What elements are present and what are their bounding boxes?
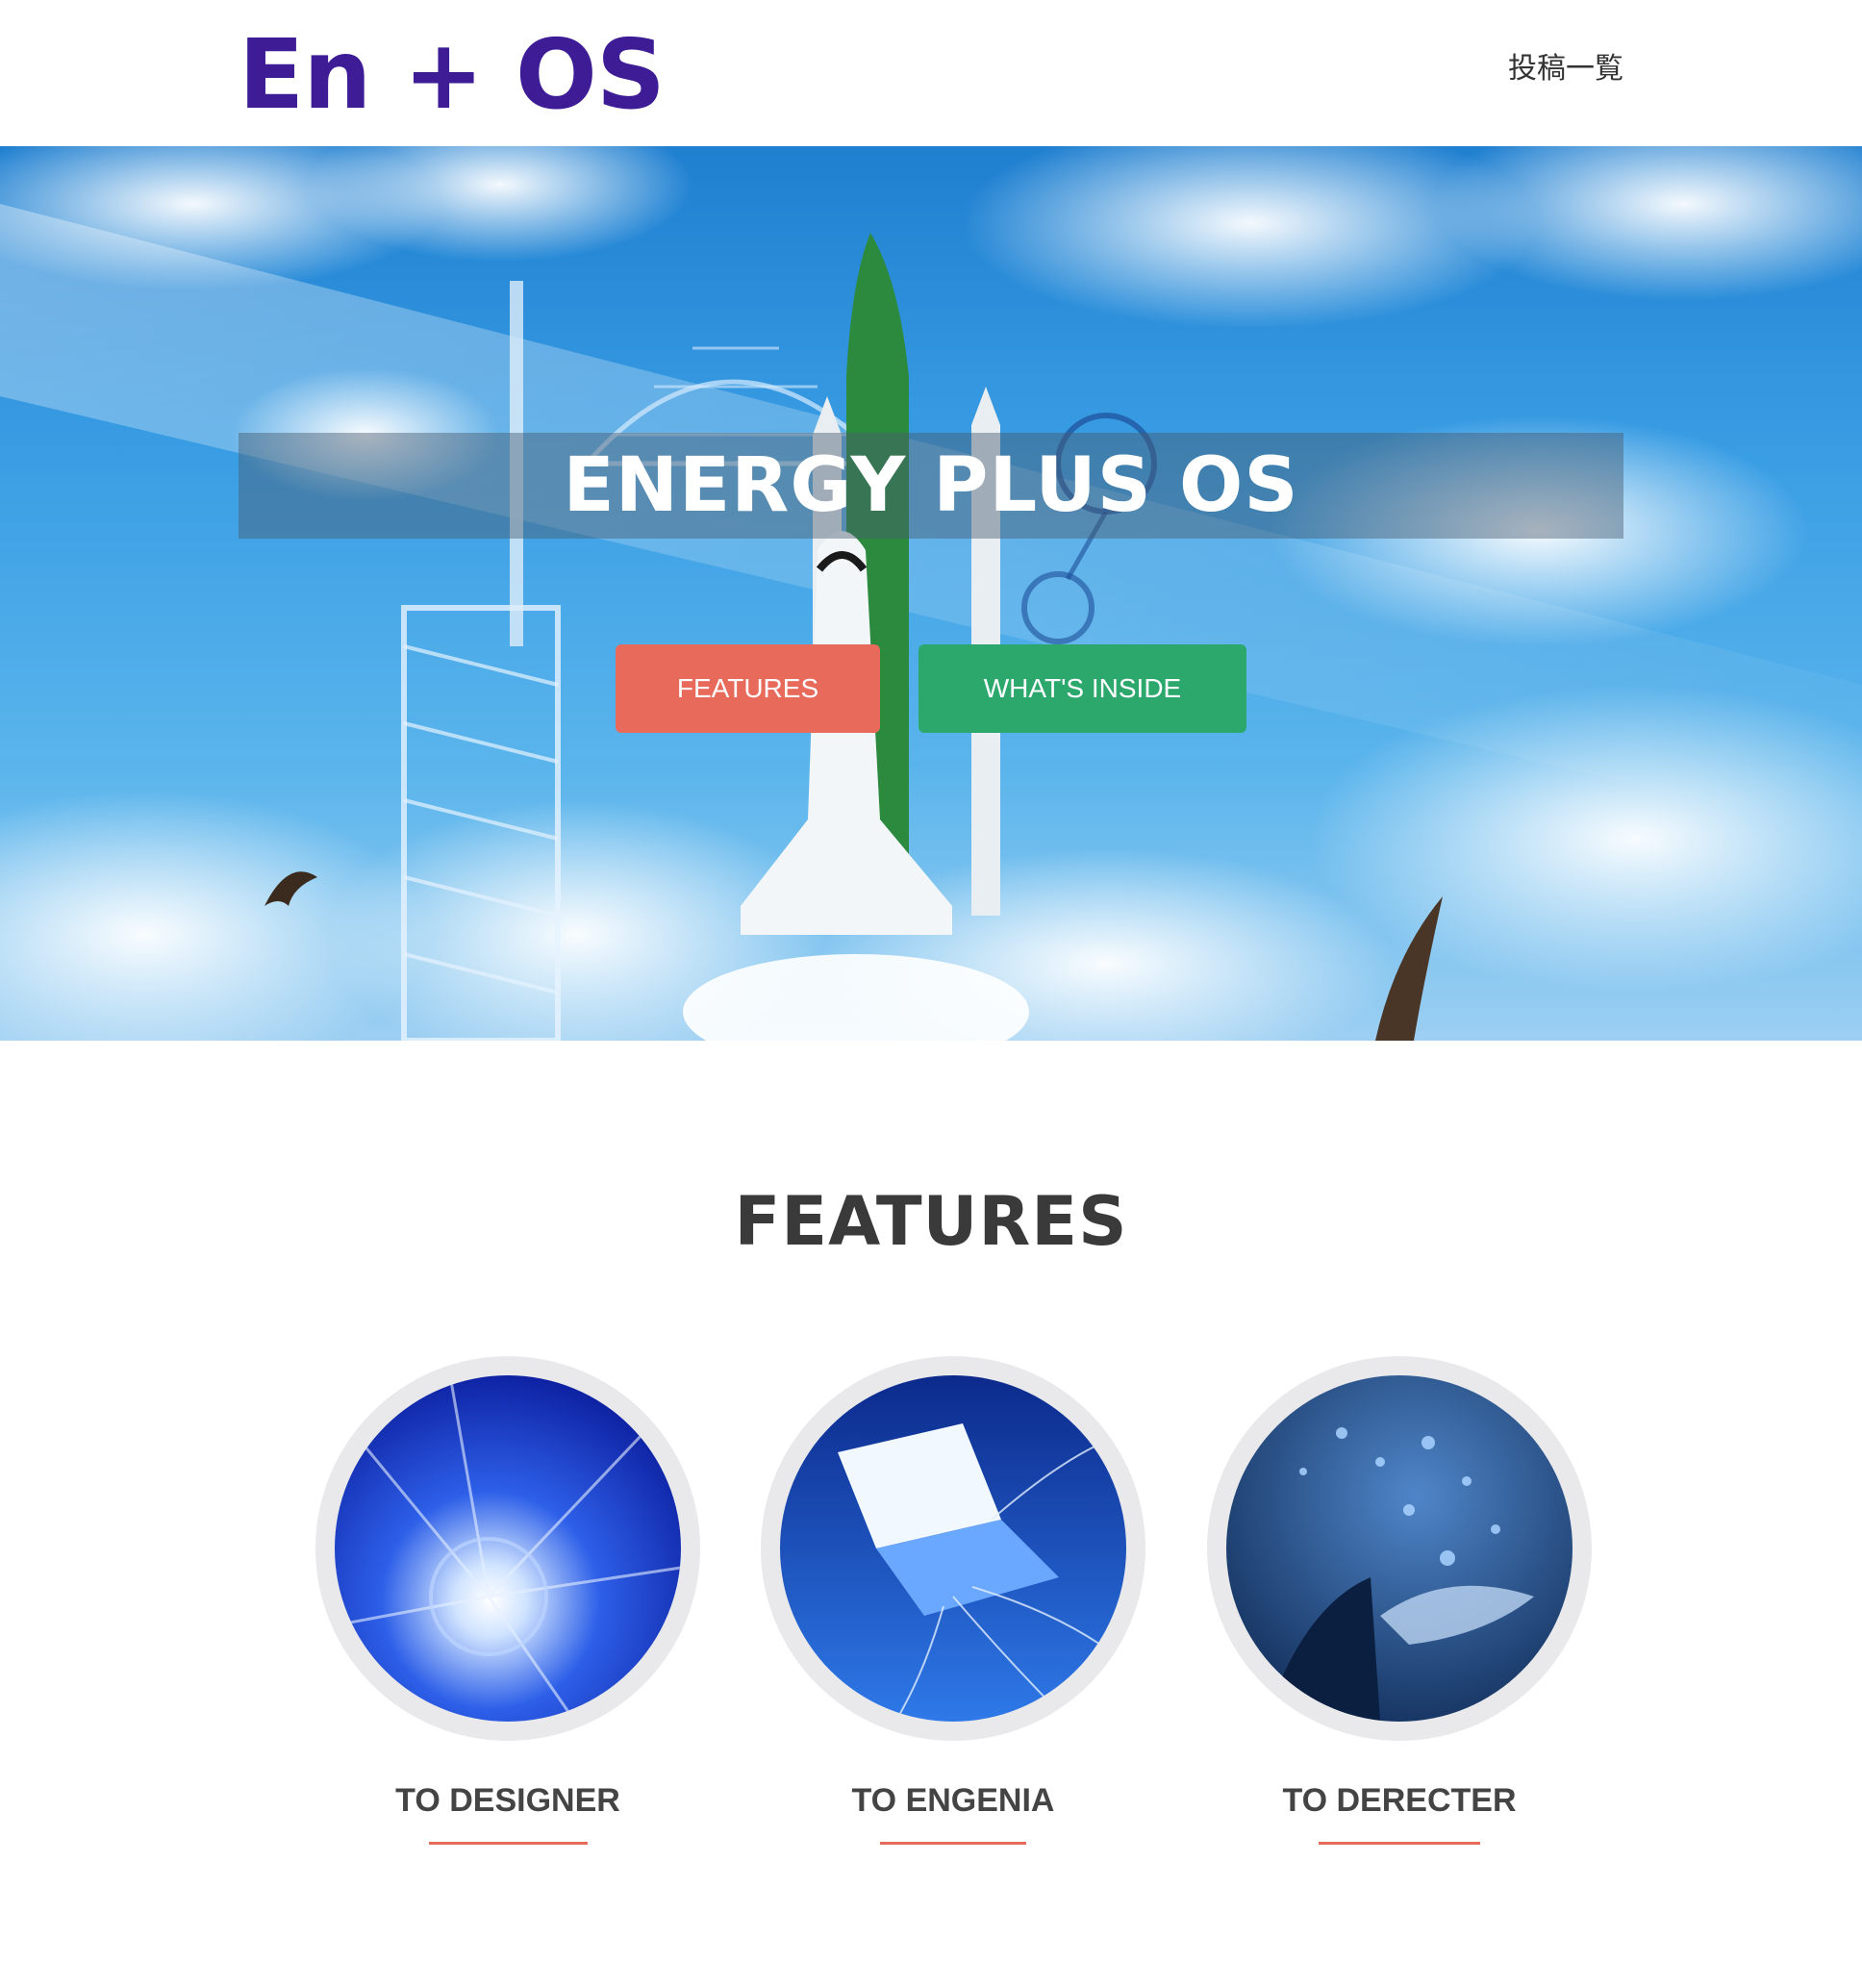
features-section-title: FEATURES xyxy=(734,1182,1128,1261)
feature-image-derecter[interactable] xyxy=(1226,1375,1573,1722)
feature-card-derecter[interactable]: TO DERECTER xyxy=(1207,1356,1592,1856)
features-button[interactable]: FEATURES xyxy=(616,644,880,733)
feature-card-engenia[interactable]: TO ENGENIA xyxy=(761,1356,1145,1856)
site-header: En + OS 投稿一覧 xyxy=(0,0,1862,146)
feature-image-engenia[interactable] xyxy=(780,1375,1126,1722)
feature-underline xyxy=(880,1842,1026,1845)
hero-banner: ENERGY PLUS OS FEATURES WHAT'S INSIDE xyxy=(0,146,1862,1041)
feature-label-designer[interactable]: TO DESIGNER xyxy=(315,1779,700,1822)
feature-label-derecter[interactable]: TO DERECTER xyxy=(1207,1779,1592,1822)
whats-inside-button[interactable]: WHAT'S INSIDE xyxy=(918,644,1246,733)
feature-image-designer[interactable] xyxy=(335,1375,681,1722)
feature-underline xyxy=(429,1842,588,1845)
hero-title: ENERGY PLUS OS xyxy=(563,442,1299,529)
site-logo[interactable]: En + OS xyxy=(239,17,666,133)
feature-card-designer[interactable]: TO DESIGNER xyxy=(315,1356,700,1856)
nav-post-list-link[interactable]: 投稿一覧 xyxy=(1508,50,1623,88)
feature-underline xyxy=(1319,1842,1480,1845)
hero-background-image xyxy=(0,146,1862,1041)
feature-label-engenia[interactable]: TO ENGENIA xyxy=(761,1779,1145,1822)
